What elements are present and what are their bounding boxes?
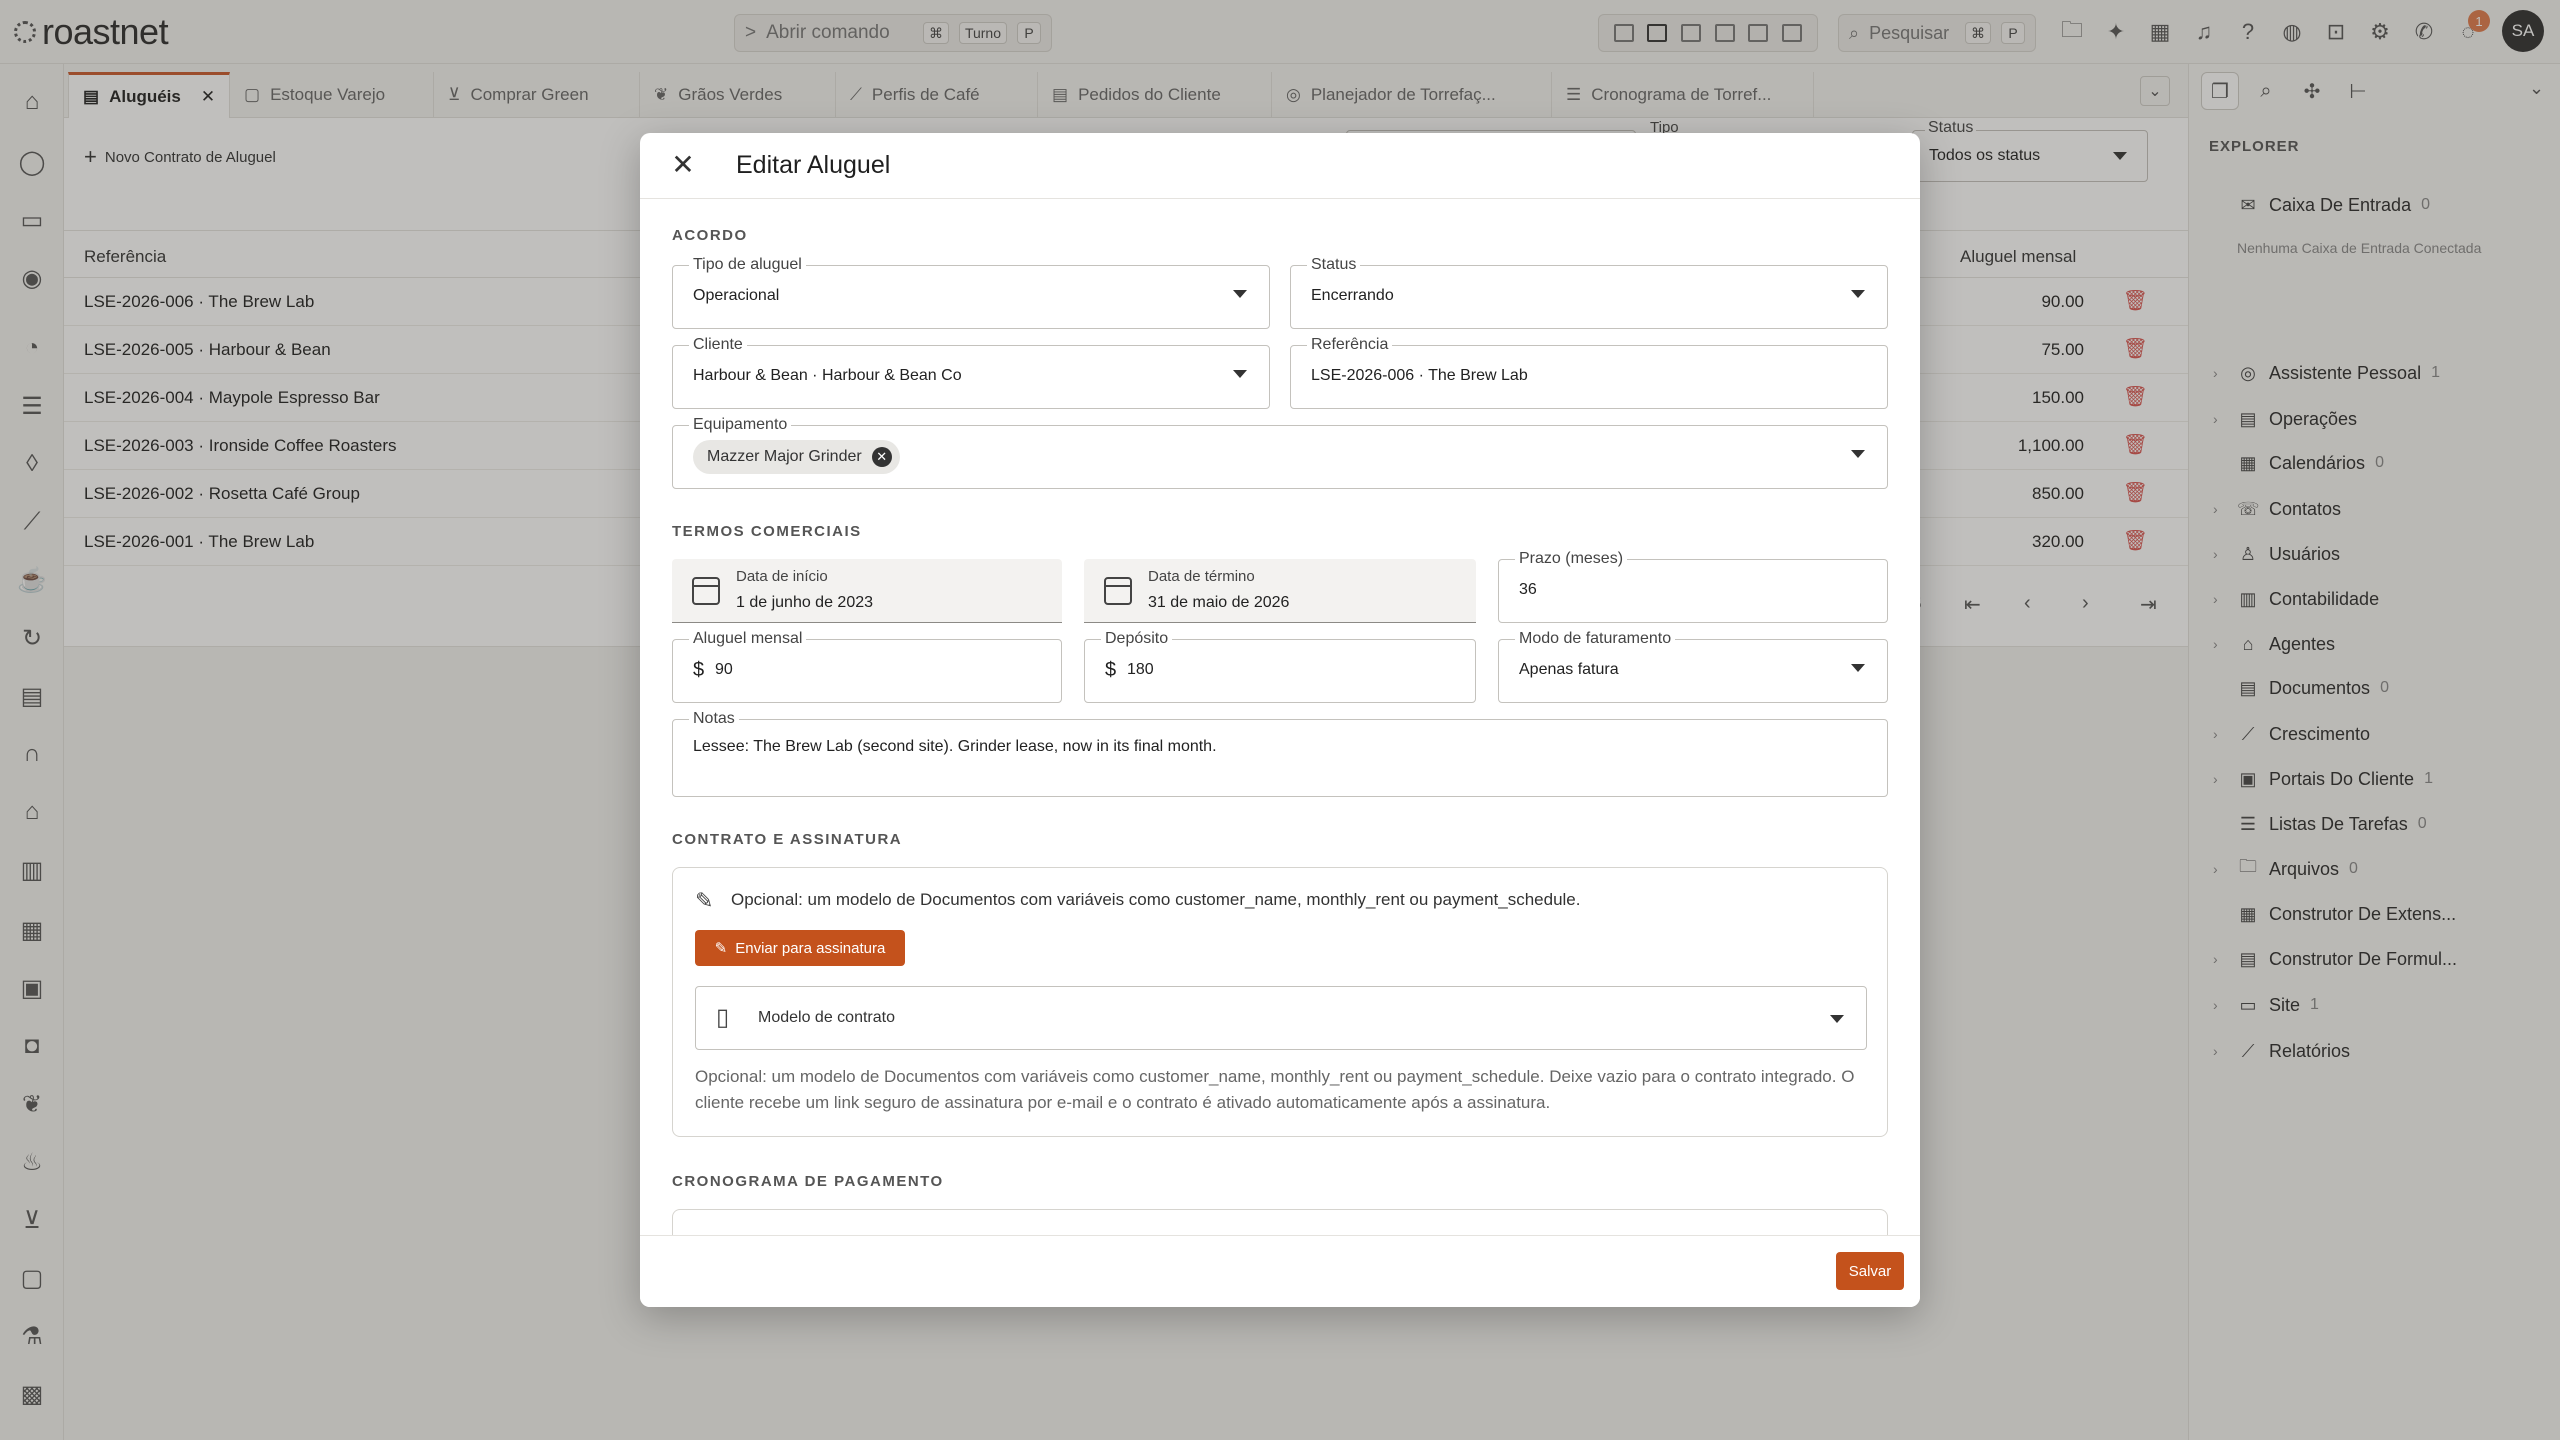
field-label: Prazo (meses) [1515,550,1628,568]
section-acordo: ACORDO [672,227,748,244]
billing-mode-select[interactable]: Modo de faturamento Apenas fatura [1498,630,1888,703]
start-date-field[interactable]: Data de início 1 de junho de 2023 [672,559,1062,623]
button-label: Salvar [1848,1262,1892,1280]
field-value: 31 de maio de 2026 [1148,594,1290,611]
contract-hint: Opcional: um modelo de Documentos com va… [731,890,1581,909]
section-contrato: CONTRATO E ASSINATURA [672,831,903,848]
calendar-icon [692,577,720,605]
field-label: Notas [689,710,739,728]
field-value: Operacional [693,287,780,304]
status-select[interactable]: Status Encerrando [1290,256,1888,329]
button-label: Enviar para assinatura [735,939,886,957]
field-label: Cliente [689,336,747,354]
deposit-field[interactable]: Depósito $ 180 [1084,630,1476,703]
field-label: Modo de faturamento [1515,630,1676,648]
term-months-field[interactable]: Prazo (meses) 36 [1498,550,1888,623]
field-label: Data de término [1148,568,1255,585]
end-date-field[interactable]: Data de término 31 de maio de 2026 [1084,559,1476,623]
edit-lease-dialog: ✕ Editar Aluguel ACORDO Tipo de aluguel … [640,133,1920,1307]
dialog-footer: Salvar [640,1235,1920,1307]
template-placeholder: Modelo de contrato [758,1009,895,1026]
field-value: 90 [715,661,733,678]
chip-label: Mazzer Major Grinder [707,448,862,465]
send-for-signature-button[interactable]: ✎ Enviar para assinatura [695,930,905,966]
save-button[interactable]: Salvar [1836,1252,1904,1290]
equipment-chip: Mazzer Major Grinder ✕ [693,440,900,474]
field-label: Equipamento [689,416,792,434]
lease-type-select[interactable]: Tipo de aluguel Operacional [672,256,1270,329]
currency-symbol: $ [1105,659,1117,681]
notes-textarea[interactable]: Notas Lessee: The Brew Lab (second site)… [672,710,1888,797]
equipment-multiselect[interactable]: Equipamento Mazzer Major Grinder ✕ [672,416,1888,489]
dialog-header: ✕ Editar Aluguel [640,133,1920,199]
dropdown-arrow-icon [1851,664,1865,672]
field-value: Lessee: The Brew Lab (second site). Grin… [693,738,1217,755]
field-value: 1 de junho de 2023 [736,594,874,611]
section-termos: TERMOS COMERCIAIS [672,523,862,540]
contract-panel: ✎ Opcional: um modelo de Documentos com … [672,867,1888,1137]
field-label: Aluguel mensal [689,630,807,648]
field-value: Apenas fatura [1519,661,1619,678]
dropdown-arrow-icon [1851,290,1865,298]
chip-remove-icon[interactable]: ✕ [871,447,892,467]
field-value: LSE-2026-006 · The Brew Lab [1311,367,1528,384]
field-label: Referência [1307,336,1393,354]
currency-symbol: $ [693,659,705,681]
dropdown-arrow-icon [1830,1015,1844,1023]
field-value: Encerrando [1311,287,1394,304]
signature-icon: ✎ [714,940,728,957]
calendar-icon [1104,577,1132,605]
close-icon[interactable]: ✕ [668,149,698,180]
field-label: Status [1307,256,1361,274]
field-value: 36 [1519,581,1537,598]
monthly-rent-field[interactable]: Aluguel mensal $ 90 [672,630,1062,703]
field-label: Data de início [736,568,828,585]
section-cronograma: CRONOGRAMA DE PAGAMENTO [672,1173,944,1190]
field-label: Tipo de aluguel [689,256,806,274]
dropdown-arrow-icon [1851,450,1865,458]
contract-template-select[interactable]: ▯ Modelo de contrato [695,986,1867,1050]
field-value: 180 [1127,661,1154,678]
field-label: Depósito [1101,630,1173,648]
signature-icon: ✎ [695,888,714,913]
field-value: Harbour & Bean · Harbour & Bean Co [693,367,962,384]
file-icon: ▯ [716,1004,730,1031]
dropdown-arrow-icon [1233,290,1247,298]
template-help: Opcional: um modelo de Documentos com va… [695,1067,1855,1112]
dialog-title: Editar Aluguel [736,151,891,179]
reference-field[interactable]: Referência LSE-2026-006 · The Brew Lab [1290,336,1888,409]
dropdown-arrow-icon [1233,370,1247,378]
customer-select[interactable]: Cliente Harbour & Bean · Harbour & Bean … [672,336,1270,409]
